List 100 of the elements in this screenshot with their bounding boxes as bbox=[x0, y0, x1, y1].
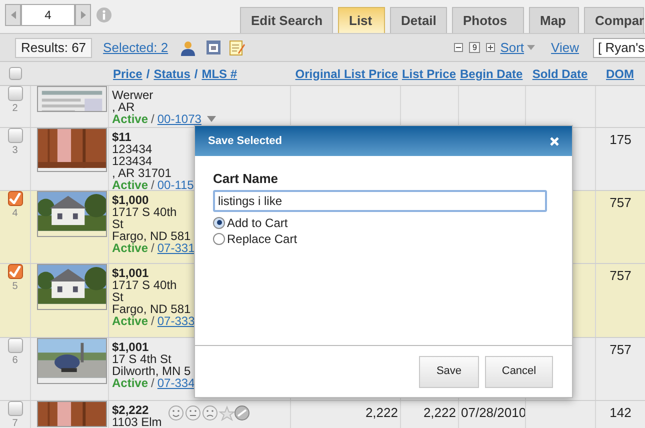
left-arrow-icon bbox=[10, 11, 16, 19]
dialog-title: Save Selected bbox=[208, 134, 282, 149]
plus-icon[interactable] bbox=[486, 43, 496, 52]
notepad-icon[interactable] bbox=[229, 40, 246, 56]
table-cell: 2,222 bbox=[423, 405, 456, 420]
listing-text: $1,001 bbox=[112, 341, 150, 353]
radio-label: Replace Cart bbox=[227, 230, 298, 248]
listing-text: $11 bbox=[112, 131, 132, 143]
tab[interactable]: List bbox=[338, 7, 385, 33]
listing-text: , AR 31701 bbox=[112, 167, 172, 179]
row-checkbox[interactable] bbox=[8, 264, 22, 279]
caret-icon[interactable] bbox=[207, 116, 216, 122]
rating-icons-drawing[interactable] bbox=[168, 405, 250, 421]
row-checkbox[interactable] bbox=[8, 338, 22, 353]
column-header-link[interactable]: MLS # bbox=[202, 64, 238, 82]
row-checkbox[interactable] bbox=[8, 401, 22, 416]
column-header-link[interactable]: DOM bbox=[606, 66, 634, 80]
page-field[interactable]: 4 bbox=[21, 4, 75, 26]
separator: / bbox=[146, 66, 150, 82]
separator: / bbox=[151, 113, 154, 125]
view-link[interactable]: View bbox=[551, 38, 579, 58]
separator: / bbox=[151, 315, 154, 327]
table-cell: 2,222 bbox=[365, 405, 398, 420]
close-icon[interactable] bbox=[550, 136, 559, 146]
radio-button[interactable] bbox=[213, 216, 225, 228]
radio-label: Add to Cart bbox=[227, 214, 288, 232]
separator: / bbox=[151, 242, 154, 254]
row-number: 3 bbox=[12, 145, 18, 157]
person-icon[interactable] bbox=[180, 40, 196, 56]
info-icon[interactable] bbox=[96, 7, 112, 23]
tab[interactable]: Compar bbox=[584, 7, 644, 33]
listing-text: 123434 bbox=[112, 143, 154, 155]
column-header-link[interactable]: Sold Date bbox=[532, 66, 588, 80]
listing-text: , AR bbox=[112, 101, 136, 113]
table-cell: 07/28/2010 bbox=[461, 405, 526, 420]
right-arrow-icon bbox=[80, 11, 86, 19]
radio-button[interactable] bbox=[213, 232, 225, 244]
calendar-icon[interactable] bbox=[206, 40, 222, 55]
row-number: 4 bbox=[12, 208, 18, 220]
tab[interactable]: Map bbox=[529, 7, 579, 33]
listing-text: $1,000 bbox=[112, 194, 150, 206]
row-number: 5 bbox=[12, 281, 18, 293]
view-select[interactable]: [ Ryan's bbox=[593, 38, 645, 58]
listing-number-link[interactable]: 07-331 bbox=[157, 242, 195, 254]
column-header-link[interactable]: Original List Price bbox=[295, 66, 398, 80]
column-header-link[interactable]: List Price bbox=[402, 66, 456, 80]
listing-text: $2,222 bbox=[112, 404, 150, 416]
row-number: 7 bbox=[12, 418, 18, 428]
listing-text: 1717 S 40th bbox=[112, 279, 178, 291]
listing-text: St bbox=[112, 291, 124, 303]
row-checkbox[interactable] bbox=[8, 191, 22, 206]
selected-link[interactable]: Selected: 2 bbox=[103, 38, 168, 58]
separator: / bbox=[151, 179, 154, 190]
column-header-link[interactable]: Status bbox=[154, 64, 190, 82]
tab[interactable]: Photos bbox=[452, 7, 524, 33]
caret-icon[interactable] bbox=[527, 45, 536, 50]
listing-text: St bbox=[112, 218, 124, 230]
status-text: Active bbox=[112, 377, 148, 389]
dialog-button[interactable]: Save bbox=[419, 356, 479, 388]
listing-text: Fargo, ND 581 bbox=[112, 230, 192, 242]
listing-text: 17 S 4th St bbox=[112, 353, 172, 365]
minus-icon[interactable] bbox=[454, 43, 464, 52]
row-number: 6 bbox=[12, 355, 18, 367]
sort-link[interactable]: Sort bbox=[500, 38, 524, 58]
status-text: Active bbox=[112, 315, 148, 327]
table-cell: 142 bbox=[610, 405, 632, 420]
listing-text: 123434 bbox=[112, 155, 154, 167]
table-cell: 757 bbox=[610, 268, 632, 283]
tab[interactable]: Detail bbox=[390, 7, 447, 33]
listing-number-link[interactable]: 07-334 bbox=[157, 377, 195, 389]
dialog-button[interactable]: Cancel bbox=[485, 356, 553, 388]
listing-number-link[interactable]: 07-333 bbox=[157, 315, 195, 327]
listing-text: $1,001 bbox=[112, 267, 150, 279]
previous-button[interactable] bbox=[5, 4, 21, 26]
next-button[interactable] bbox=[75, 4, 91, 26]
listing-text: 1103 Elm bbox=[112, 416, 162, 428]
table-cell: 175 bbox=[610, 132, 632, 147]
listing-number-link[interactable]: 00-1073 bbox=[157, 113, 202, 125]
separator: / bbox=[151, 377, 154, 389]
listing-text: Fargo, ND 581 bbox=[112, 303, 192, 315]
cart-name-field[interactable]: listings i like bbox=[213, 190, 547, 212]
status-text: Active bbox=[112, 242, 148, 254]
row-number: 2 bbox=[12, 103, 18, 115]
row-checkbox[interactable] bbox=[8, 86, 22, 101]
table-cell: 757 bbox=[610, 342, 632, 357]
field-label: Cart Name bbox=[213, 170, 280, 188]
tab[interactable]: Edit Search bbox=[240, 7, 333, 33]
listing-number-link[interactable]: 00-115 bbox=[157, 179, 194, 190]
column-header-link[interactable]: Price bbox=[113, 64, 142, 82]
column-header-link[interactable]: Begin Date bbox=[460, 66, 523, 80]
status-text: Active bbox=[112, 179, 148, 190]
separator: / bbox=[194, 66, 198, 82]
listing-text: 1717 S 40th bbox=[112, 206, 178, 218]
column-count: 9 bbox=[469, 42, 480, 53]
listing-text: Dilworth, MN 5 bbox=[112, 365, 192, 377]
table-cell: 757 bbox=[610, 195, 632, 210]
results-count: Results: 67 bbox=[15, 38, 92, 58]
row-checkbox[interactable] bbox=[8, 128, 22, 143]
select-all-checkbox[interactable] bbox=[8, 67, 22, 80]
listing-text: Werwer bbox=[112, 89, 154, 101]
